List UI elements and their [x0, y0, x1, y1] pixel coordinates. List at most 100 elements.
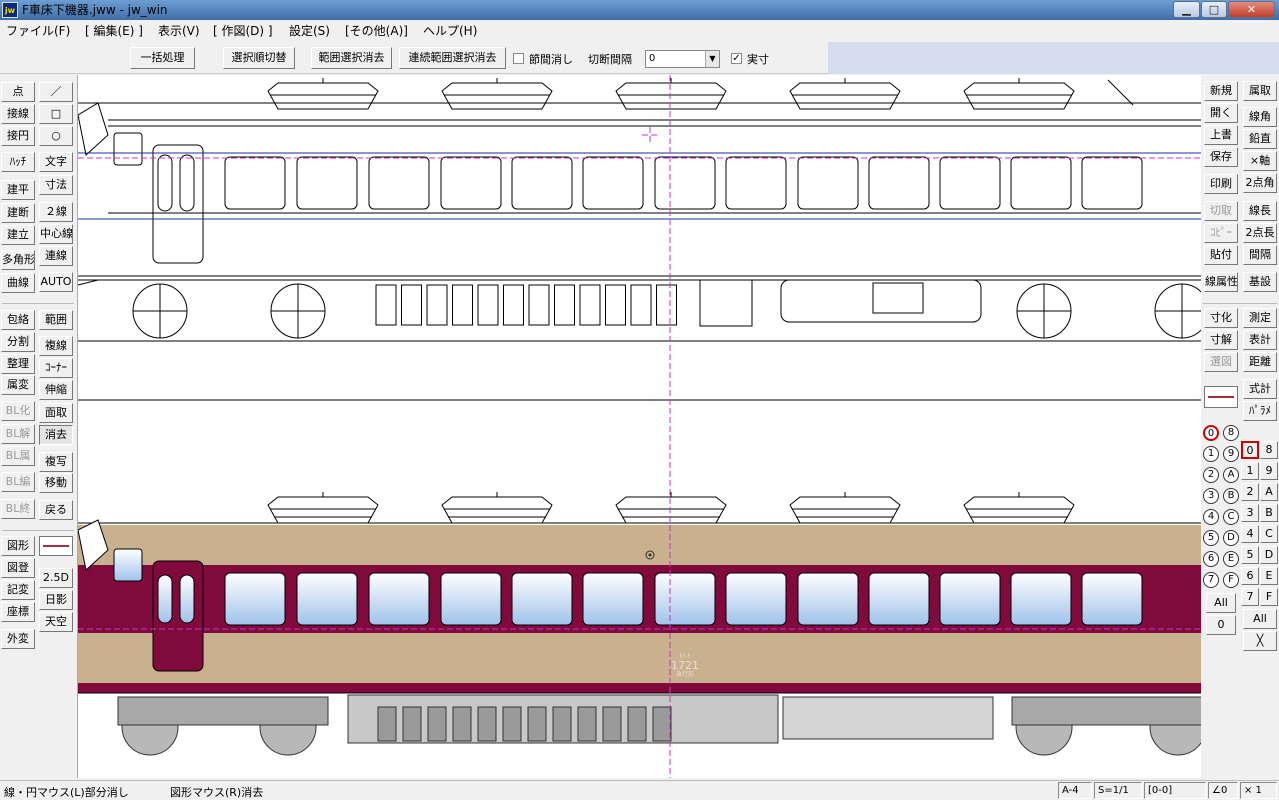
group-5[interactable]: 5: [1203, 530, 1219, 546]
left-tool-120[interactable]: 日影: [39, 590, 73, 610]
right-tool-109[interactable]: 測定: [1243, 308, 1277, 328]
angle-display[interactable]: ∠0: [1208, 782, 1238, 799]
right-tool-102[interactable]: 鉛直: [1243, 129, 1277, 149]
layer-2[interactable]: 2: [1241, 483, 1259, 501]
range-select-clear-button[interactable]: 範囲選択消去: [311, 47, 392, 69]
layer-display[interactable]: [0-0]: [1144, 782, 1206, 799]
paper-size[interactable]: A-4: [1058, 782, 1092, 799]
right-tool-5[interactable]: 切取: [1204, 201, 1238, 221]
left-tool-112[interactable]: 伸縮: [39, 380, 73, 400]
group-8[interactable]: 8: [1223, 425, 1239, 441]
right-tool-1[interactable]: 開く: [1204, 103, 1238, 123]
left-tool-110[interactable]: 複線: [39, 336, 73, 356]
left-tool-103[interactable]: 文字: [39, 152, 73, 172]
group-3[interactable]: 3: [1203, 488, 1219, 504]
left-tool-111[interactable]: ｺｰﾅｰ: [39, 358, 73, 378]
layer-D[interactable]: D: [1260, 546, 1278, 564]
layer-E[interactable]: E: [1260, 567, 1278, 585]
right-tool-105[interactable]: 線長: [1243, 201, 1277, 221]
left-tool-2[interactable]: 接円: [1, 126, 35, 146]
group-F[interactable]: F: [1223, 572, 1239, 588]
menu-draw[interactable]: [ 作図(D) ]: [213, 23, 273, 39]
group-all-button[interactable]: All: [1206, 593, 1236, 613]
left-tool-104[interactable]: 寸法: [39, 175, 73, 195]
scale-display[interactable]: S=1/1: [1094, 782, 1142, 799]
layer-7[interactable]: 7: [1241, 588, 1259, 606]
layer-all-button[interactable]: All: [1243, 609, 1277, 629]
left-tool-17[interactable]: BL終: [1, 499, 35, 519]
left-tool-13[interactable]: BL化: [1, 401, 35, 421]
left-tool-14[interactable]: BL解: [1, 424, 35, 444]
right-tool-8[interactable]: 線属性: [1204, 272, 1238, 292]
left-tool-21[interactable]: 座標: [1, 602, 35, 622]
menu-settings[interactable]: 設定(S): [289, 23, 330, 39]
group-7[interactable]: 7: [1203, 572, 1219, 588]
right-tool-110[interactable]: 表計: [1243, 330, 1277, 350]
left-tool-18[interactable]: 図形: [1, 536, 35, 556]
left-tool-8[interactable]: 曲線: [1, 273, 35, 293]
left-tool-109[interactable]: 範囲: [39, 310, 73, 330]
menu-other[interactable]: [その他(A)]: [345, 23, 408, 39]
menu-edit[interactable]: [ 編集(E) ]: [85, 23, 143, 39]
left-tool-115[interactable]: 複写: [39, 452, 73, 472]
cut-interval-select[interactable]: 0 ▼: [645, 50, 720, 68]
right-tool-6[interactable]: ｺﾋﾟｰ: [1204, 223, 1238, 243]
left-tool-105[interactable]: ２線: [39, 202, 73, 222]
close-button[interactable]: ✕: [1228, 1, 1275, 18]
menu-help[interactable]: ヘルプ(H): [423, 23, 477, 39]
layer-0[interactable]: 0: [1241, 441, 1259, 459]
zoom-display[interactable]: × 1: [1240, 782, 1277, 799]
left-tool-20[interactable]: 記変: [1, 580, 35, 600]
group-1[interactable]: 1: [1203, 446, 1219, 462]
right-tool-108[interactable]: 基設: [1243, 272, 1277, 292]
left-tool-6[interactable]: 建立: [1, 225, 35, 245]
right-tool-100[interactable]: 属取: [1243, 81, 1277, 101]
layer-F[interactable]: F: [1260, 588, 1278, 606]
left-tool-7[interactable]: 多角形: [1, 250, 35, 270]
menu-file[interactable]: ファイル(F): [6, 23, 70, 39]
left-tool-102[interactable]: ○: [39, 126, 73, 146]
left-tool-9[interactable]: 包絡: [1, 310, 35, 330]
group-4[interactable]: 4: [1203, 509, 1219, 525]
group-A[interactable]: A: [1223, 467, 1239, 483]
group-9[interactable]: 9: [1223, 446, 1239, 462]
right-tool-111[interactable]: 距離: [1243, 352, 1277, 372]
layer-1[interactable]: 1: [1241, 462, 1259, 480]
chevron-down-icon[interactable]: ▼: [705, 51, 719, 67]
line-color-swatch[interactable]: [39, 536, 73, 556]
right-tool-112[interactable]: 式計: [1243, 379, 1277, 399]
group-B[interactable]: B: [1223, 488, 1239, 504]
maximize-button[interactable]: □: [1201, 1, 1227, 18]
group-2[interactable]: 2: [1203, 467, 1219, 483]
layer-8[interactable]: 8: [1260, 441, 1278, 459]
group-E[interactable]: E: [1223, 551, 1239, 567]
left-tool-3[interactable]: ﾊｯﾁ: [1, 152, 35, 172]
left-tool-0[interactable]: 点: [1, 82, 35, 102]
left-tool-12[interactable]: 属変: [1, 375, 35, 395]
right-tool-101[interactable]: 線角: [1243, 107, 1277, 127]
layer-4[interactable]: 4: [1241, 525, 1259, 543]
actual-size-checkbox[interactable]: ✓: [731, 53, 742, 64]
left-tool-11[interactable]: 整理: [1, 354, 35, 374]
layer-C[interactable]: C: [1260, 525, 1278, 543]
layer-3[interactable]: 3: [1241, 504, 1259, 522]
left-tool-100[interactable]: ／: [39, 82, 73, 102]
right-tool-113[interactable]: ﾊﾟﾗﾒ: [1243, 401, 1277, 421]
right-tool-104[interactable]: 2点角: [1243, 173, 1277, 193]
line-type-swatch[interactable]: [1204, 386, 1238, 408]
continuous-range-clear-button[interactable]: 連続範囲選択消去: [399, 47, 506, 69]
layer-invert-button[interactable]: ╳: [1243, 631, 1277, 651]
section-erase-checkbox[interactable]: [513, 53, 524, 64]
right-tool-107[interactable]: 間隔: [1243, 245, 1277, 265]
layer-A[interactable]: A: [1260, 483, 1278, 501]
minimize-button[interactable]: ▁: [1173, 1, 1200, 18]
left-tool-117[interactable]: 戻る: [39, 500, 73, 520]
right-tool-106[interactable]: 2点長: [1243, 223, 1277, 243]
batch-process-button[interactable]: 一括処理: [130, 47, 195, 69]
left-tool-107[interactable]: 連線: [39, 246, 73, 266]
left-tool-4[interactable]: 建平: [1, 180, 35, 200]
drawing-canvas[interactable]: ﾓﾊ ﾓ 1721 急行形: [77, 75, 1201, 778]
right-tool-2[interactable]: 上書: [1204, 125, 1238, 145]
group-6[interactable]: 6: [1203, 551, 1219, 567]
layer-9[interactable]: 9: [1260, 462, 1278, 480]
